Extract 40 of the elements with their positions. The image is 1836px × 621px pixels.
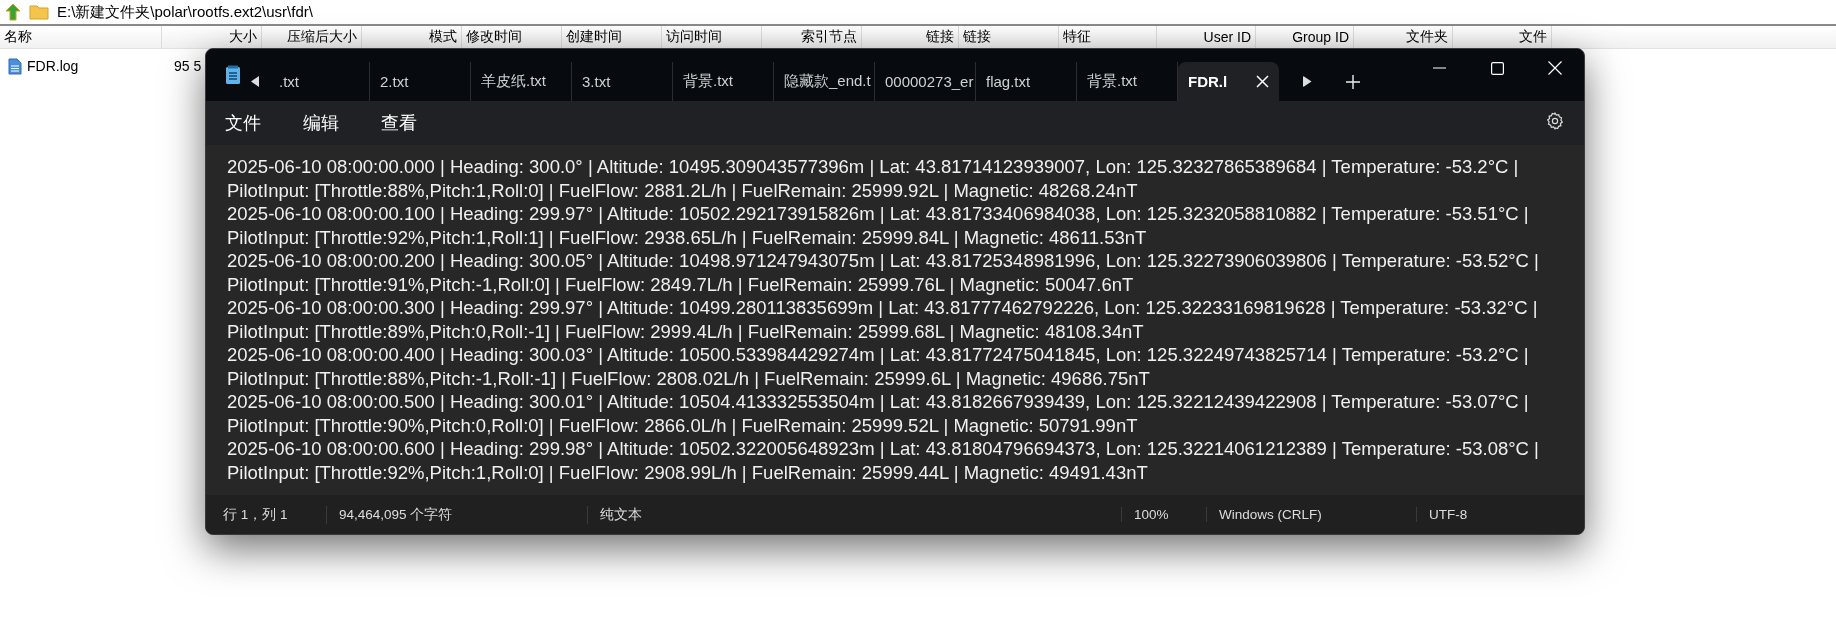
log-line: PilotInput: [Throttle:92%,Pitch:1,Roll:0] | FuelFlow: 2908.99L/h | FuelRemain: 25999.44L | Magnetic: 49491.43nT	[227, 460, 1149, 484]
status-item: Windows (CRLF)	[1206, 507, 1416, 522]
log-line: PilotInput: [Throttle:91%,Pitch:-1,Roll:0] | FuelFlow: 2849.7L/h | FuelRemain: 25999.76L | Magnetic: 50047.6nT	[227, 272, 1135, 296]
status-item: 100%	[1121, 507, 1206, 522]
log-line: 2025-06-10 08:00:00.300 | Heading: 299.97° | Altitude: 10499.280113835699m | Lat: 43.81777462792226, Lon: 125.32233169819628 | Temperature: -53.32°C |	[227, 296, 1539, 320]
log-line: 2025-06-10 08:00:00.200 | Heading: 300.05° | Altitude: 10498.971247943075m | Lat: 43.81725348981996, Lon: 125.32273906039806 | Temperature: -53.52°C |	[227, 249, 1540, 273]
status-item: 行 1，列 1	[222, 505, 289, 524]
settings-icon[interactable]	[1546, 112, 1564, 130]
log-line: PilotInput: [Throttle:88%,Pitch:-1,Roll:-1] | FuelFlow: 2808.02L/h | FuelRemain: 25999.6L | Magnetic: 49686.75nT	[227, 366, 1151, 390]
status-item: 纯文本	[587, 505, 1121, 524]
triangle-left-icon	[251, 76, 259, 87]
triangle-right-icon	[1302, 76, 1312, 87]
close-tab-icon[interactable]	[1256, 75, 1269, 88]
log-line: 2025-06-10 08:00:00.000 | Heading: 300.0° | Altitude: 10495.309043577396m | Lat: 43.81714123939007, Lon: 125.32327865389684 | Temperature: -53.2°C |	[227, 155, 1520, 179]
address-path[interactable]: E:\新建文件夹\polar\rootfs.ext2\usr\fdr\	[57, 2, 313, 22]
menu-item[interactable]: 文件	[216, 107, 270, 139]
menu-item[interactable]: 查看	[372, 107, 426, 139]
close-icon	[1548, 61, 1562, 75]
log-line: 2025-06-10 08:00:00.500 | Heading: 300.01° | Altitude: 10504.413332553504m | Lat: 43.8182667939439, Lon: 125.32212439422908 | Temperature: -53.07°C |	[227, 390, 1530, 414]
status-item: 94,464,095 个字符	[326, 505, 587, 524]
menu-item[interactable]: 编辑	[294, 107, 348, 139]
log-line: 2025-06-10 08:00:00.600 | Heading: 299.98° | Altitude: 10502.322005648923m | Lat: 43.81804796694373, Lon: 125.32214061212389 | Temperature: -53.08°C |	[227, 437, 1540, 461]
column-header[interactable]: 名称	[0, 26, 162, 48]
notepad-icon	[225, 65, 241, 85]
maximize-icon	[1490, 61, 1504, 75]
file-icon	[8, 57, 22, 75]
tab[interactable]: FDR.l	[1178, 62, 1279, 101]
folder-icon	[29, 4, 49, 20]
file-name[interactable]: FDR.log	[27, 58, 79, 74]
file-size: 95 5	[173, 58, 202, 74]
status-item: UTF-8	[1416, 507, 1468, 522]
log-line: PilotInput: [Throttle:88%,Pitch:1,Roll:0] | FuelFlow: 2881.2L/h | FuelRemain: 25999.92L | Magnetic: 48268.24nT	[227, 178, 1139, 202]
minimize-icon	[1432, 67, 1446, 69]
log-line: PilotInput: [Throttle:89%,Pitch:0,Roll:-1] | FuelFlow: 2999.4L/h | FuelRemain: 25999.68L | Magnetic: 48108.34nT	[227, 319, 1145, 343]
log-line: 2025-06-10 08:00:00.400 | Heading: 300.03° | Altitude: 10500.533984429274m | Lat: 43.81772475041845, Lon: 125.32249743825714 | Temperature: -53.2°C |	[227, 343, 1530, 367]
log-line: PilotInput: [Throttle:90%,Pitch:0,Roll:0] | FuelFlow: 2866.0L/h | FuelRemain: 25999.52L | Magnetic: 50791.99nT	[227, 413, 1139, 437]
plus-icon	[1346, 74, 1360, 89]
up-folder-icon[interactable]	[5, 3, 21, 21]
log-line: PilotInput: [Throttle:92%,Pitch:1,Roll:1] | FuelFlow: 2938.65L/h | FuelRemain: 25999.84L | Magnetic: 48611.53nT	[227, 225, 1148, 249]
log-line: 2025-06-10 08:00:00.100 | Heading: 299.97° | Altitude: 10502.292173915826m | Lat: 43.81733406984038, Lon: 125.3232058810882 | Temperature: -53.51°C |	[227, 202, 1530, 226]
